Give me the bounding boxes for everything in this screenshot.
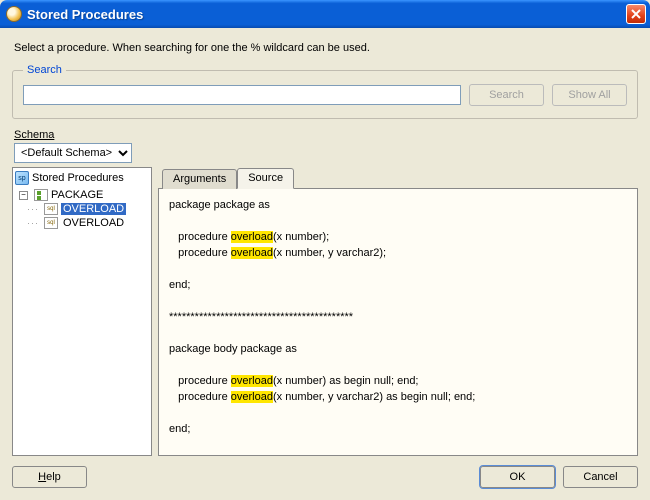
source-line: package package as — [169, 197, 627, 213]
package-icon — [34, 189, 48, 201]
tree-panel[interactable]: sp Stored Procedures − PACKAGE ··· sql O… — [12, 167, 152, 456]
source-line — [169, 293, 627, 309]
x-icon — [631, 9, 641, 19]
search-input[interactable] — [23, 85, 461, 105]
close-icon[interactable] — [626, 4, 646, 24]
tree-item-label: OVERLOAD — [61, 217, 126, 229]
source-line: procedure overload(x number); — [169, 229, 627, 245]
show-all-button[interactable]: Show All — [552, 84, 627, 106]
schema-select[interactable]: <Default Schema> — [14, 143, 132, 163]
procedure-icon: sql — [44, 217, 58, 229]
app-icon — [6, 6, 22, 22]
collapse-icon[interactable]: − — [19, 191, 28, 200]
source-line — [169, 213, 627, 229]
tabstrip: Arguments Source — [158, 167, 638, 189]
source-line: end; — [169, 277, 627, 293]
schema-label: Schema — [14, 129, 638, 141]
search-button[interactable]: Search — [469, 84, 544, 106]
tab-arguments[interactable]: Arguments — [162, 169, 237, 189]
source-line: end; — [169, 421, 627, 437]
stored-procedures-icon: sp — [15, 171, 29, 185]
tree-item-label: PACKAGE — [51, 189, 103, 201]
tree-connector-icon: ··· — [25, 204, 41, 214]
source-line: procedure overload(x number, y varchar2)… — [169, 389, 627, 405]
source-line — [169, 405, 627, 421]
tree-item-package[interactable]: − PACKAGE — [19, 188, 149, 202]
tree-root-label: Stored Procedures — [32, 172, 124, 184]
tree-item-label: OVERLOAD — [61, 203, 126, 215]
source-line: procedure overload(x number, y varchar2)… — [169, 245, 627, 261]
source-line: package body package as — [169, 341, 627, 357]
tree-connector-icon: ··· — [25, 218, 41, 228]
help-button[interactable]: Help — [12, 466, 87, 488]
cancel-button[interactable]: Cancel — [563, 466, 638, 488]
source-line: procedure overload(x number) as begin nu… — [169, 373, 627, 389]
tree-item-overload[interactable]: ··· sql OVERLOAD — [25, 202, 149, 216]
instruction-text: Select a procedure. When searching for o… — [14, 42, 638, 54]
window-title: Stored Procedures — [27, 7, 626, 22]
ok-button[interactable]: OK — [480, 466, 555, 488]
source-viewer[interactable]: package package as procedure overload(x … — [158, 189, 638, 456]
procedure-icon: sql — [44, 203, 58, 215]
titlebar[interactable]: Stored Procedures — [0, 0, 650, 28]
tree-item-overload[interactable]: ··· sql OVERLOAD — [25, 216, 149, 230]
source-line: ****************************************… — [169, 309, 627, 325]
source-line — [169, 325, 627, 341]
search-group: Search Search Show All — [12, 64, 638, 119]
search-legend: Search — [23, 64, 66, 76]
source-line — [169, 357, 627, 373]
tab-source[interactable]: Source — [237, 168, 294, 189]
source-line — [169, 261, 627, 277]
